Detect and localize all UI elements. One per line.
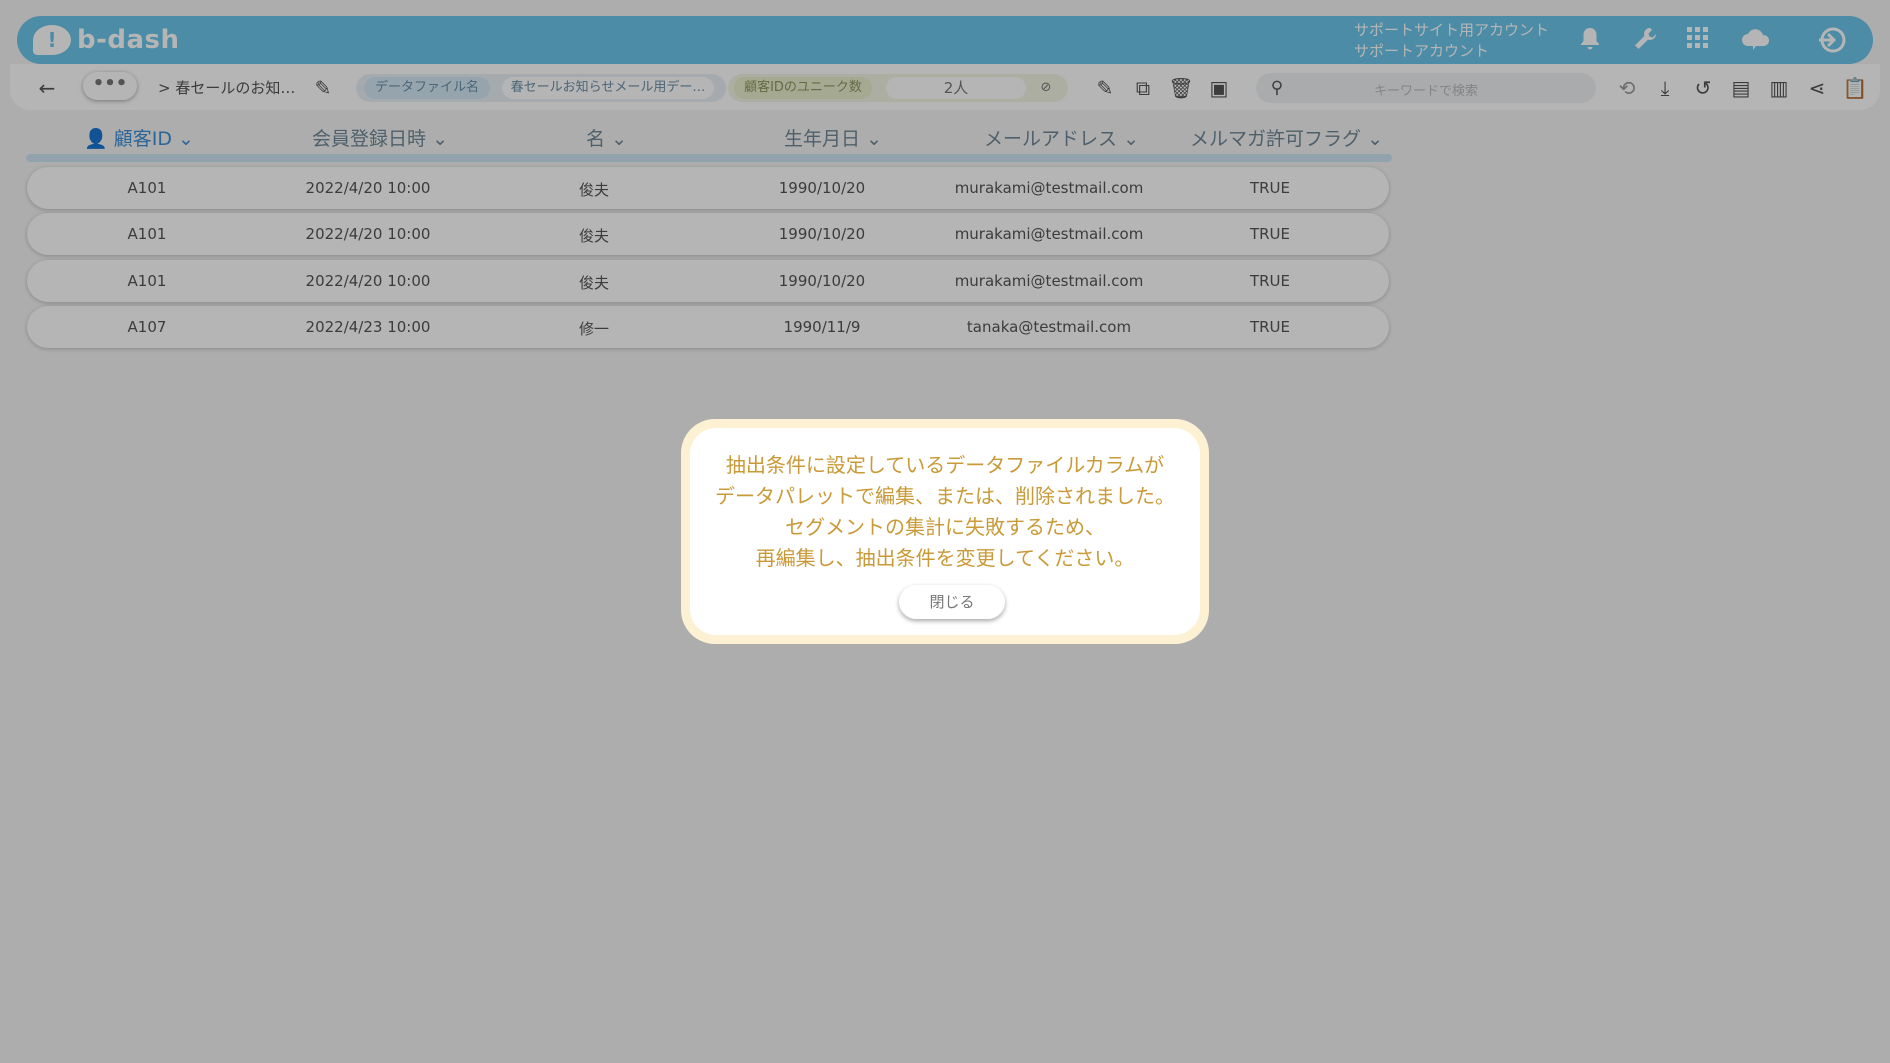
error-dialog: 抽出条件に設定しているデータファイルカラムが データパレットで編集、または、削除… bbox=[681, 419, 1209, 644]
error-message-line: 抽出条件に設定しているデータファイルカラムが bbox=[725, 453, 1165, 477]
error-message-line: 再編集し、抽出条件を変更してください。 bbox=[755, 546, 1135, 570]
error-dialog-body: 抽出条件に設定しているデータファイルカラムが データパレットで編集、または、削除… bbox=[690, 428, 1200, 635]
error-message-line: セグメントの集計に失敗するため、 bbox=[785, 515, 1105, 539]
error-message-line: データパレットで編集、または、削除されました。 bbox=[715, 484, 1175, 508]
error-message: 抽出条件に設定しているデータファイルカラムが データパレットで編集、または、削除… bbox=[690, 450, 1200, 574]
close-button[interactable]: 閉じる bbox=[899, 585, 1005, 619]
